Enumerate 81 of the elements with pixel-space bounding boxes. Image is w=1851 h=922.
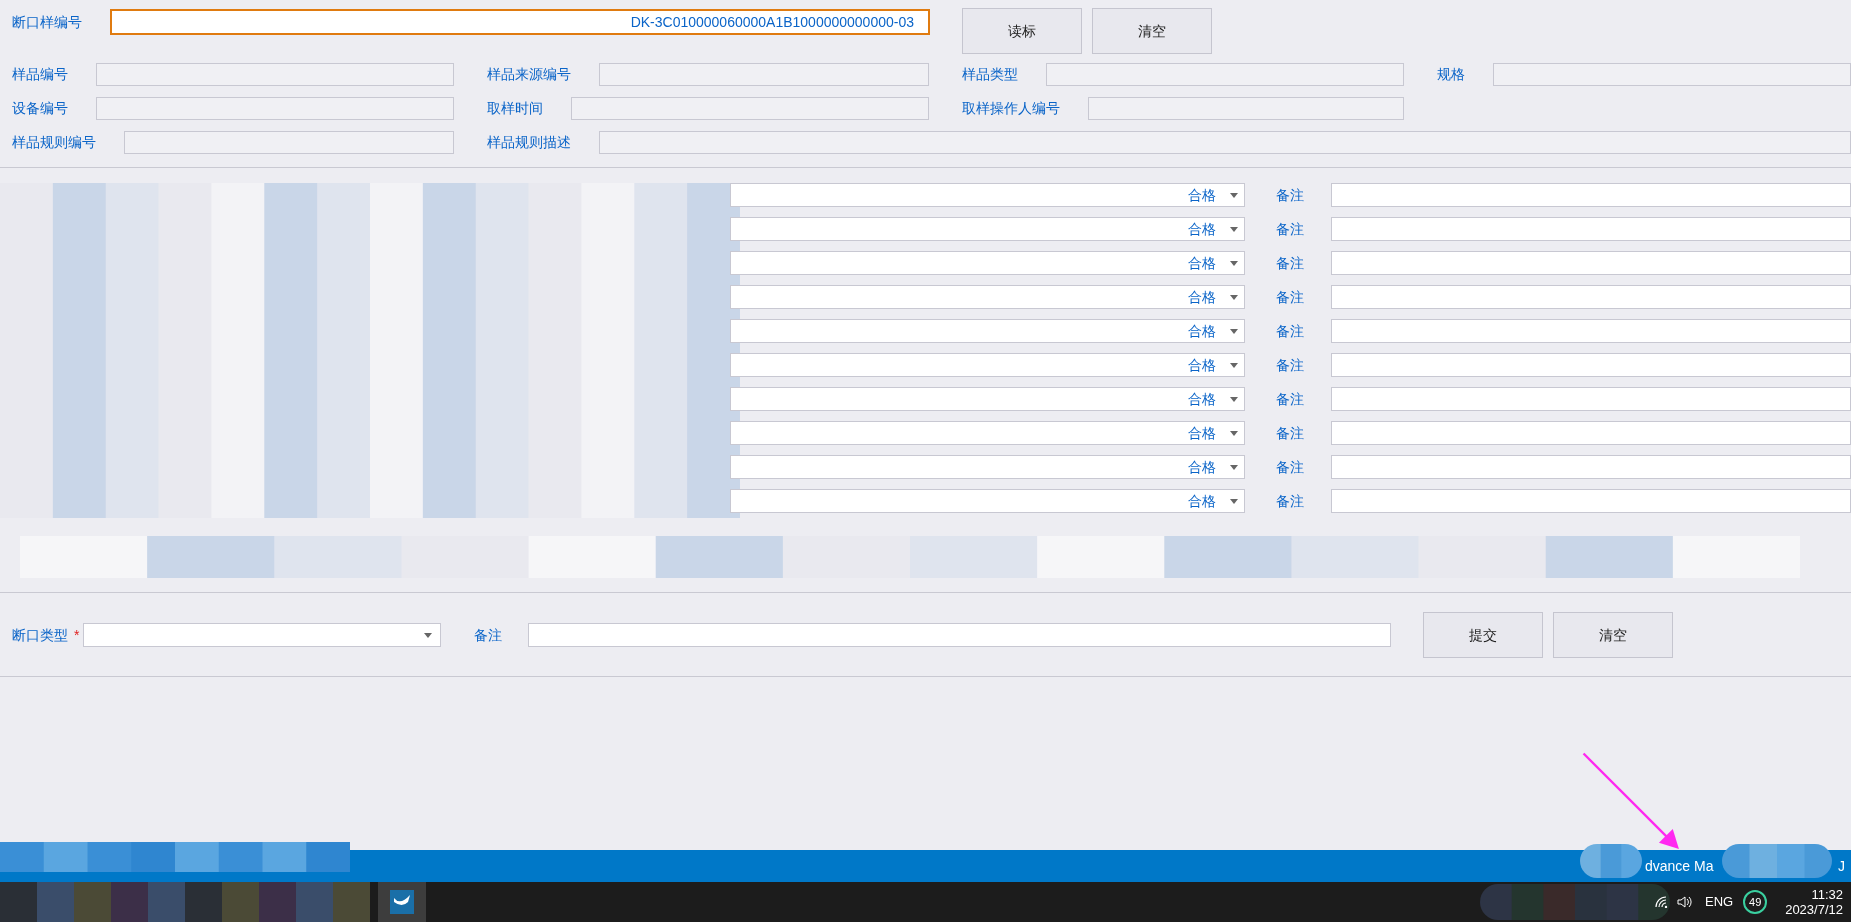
caret-icon (424, 632, 433, 638)
redaction-mosaic (1580, 844, 1642, 878)
dropdown-value: 合格 (1188, 355, 1216, 375)
caret-icon (1230, 430, 1238, 436)
sample-id-field[interactable]: DK-3C010000060000A1B1000000000000-03 (110, 9, 930, 35)
caret-icon (1230, 362, 1238, 368)
status-text: J (1838, 856, 1845, 876)
dropdown-value: 合格 (1188, 423, 1216, 443)
taskbar-app[interactable] (378, 882, 426, 922)
remark-field[interactable] (1331, 251, 1851, 275)
dropdown-value: 合格 (1188, 491, 1216, 511)
status-dropdown[interactable]: 合格 (730, 489, 1245, 513)
field-label: 断口类型 (12, 625, 68, 645)
caret-icon (1230, 328, 1238, 334)
status-dropdown[interactable]: 合格 (730, 251, 1245, 275)
field-label: 备注 (1276, 491, 1305, 511)
field-label: 样品编号 (12, 65, 68, 84)
remark-field[interactable] (1331, 285, 1851, 309)
action-button[interactable]: 清空 (1553, 612, 1674, 658)
action-button[interactable]: 提交 (1423, 612, 1544, 658)
status-dropdown[interactable]: 合格 (730, 285, 1245, 309)
action-button[interactable]: 读标 (962, 8, 1082, 54)
dropdown-value: 合格 (1188, 389, 1216, 409)
field-label: 样品规则描述 (487, 133, 571, 152)
remark-field[interactable] (528, 623, 1392, 647)
app-icon (390, 890, 414, 914)
remark-field[interactable] (1331, 353, 1851, 377)
field-label: 规格 (1437, 65, 1465, 84)
required-marker: * (74, 625, 80, 645)
dropdown-value: 合格 (1188, 253, 1216, 273)
field-label: 取样操作人编号 (962, 99, 1060, 118)
battery-badge[interactable]: 49 (1743, 890, 1768, 914)
field-label: 设备编号 (12, 99, 68, 118)
field-label: 样品类型 (962, 65, 1018, 84)
caret-icon (1230, 464, 1238, 470)
field-label: 备注 (1276, 321, 1305, 341)
status-dropdown[interactable]: 合格 (730, 319, 1245, 343)
field-label: 备注 (1276, 253, 1305, 273)
wifi-icon[interactable] (1655, 896, 1669, 908)
caret-icon (1230, 396, 1238, 402)
field-label: 样品来源编号 (487, 65, 571, 84)
remark-field[interactable] (1331, 455, 1851, 479)
field-label: 备注 (1276, 185, 1305, 205)
language-indicator[interactable]: ENG (1705, 892, 1734, 912)
caret-icon (1230, 226, 1238, 232)
dropdown-value: 合格 (1188, 457, 1216, 477)
field-label: 备注 (474, 625, 504, 645)
field-label: 备注 (1276, 423, 1305, 443)
type-dropdown[interactable] (83, 623, 442, 647)
dropdown-value: 合格 (1188, 219, 1216, 239)
caret-icon (1230, 294, 1238, 300)
status-dropdown[interactable]: 合格 (730, 353, 1245, 377)
status-dropdown[interactable]: 合格 (730, 421, 1245, 445)
status-dropdown[interactable]: 合格 (730, 183, 1245, 207)
field-label: 备注 (1276, 457, 1305, 477)
caret-icon (1230, 192, 1238, 198)
remark-field[interactable] (1331, 489, 1851, 513)
dropdown-value: 合格 (1188, 185, 1216, 205)
field-label: 备注 (1276, 355, 1305, 375)
remark-field[interactable] (1331, 421, 1851, 445)
status-text: dvance Ma (1645, 856, 1714, 876)
field-label: 断口样编号 (12, 13, 83, 32)
status-dropdown[interactable]: 合格 (730, 455, 1245, 479)
status-dropdown[interactable]: 合格 (730, 217, 1245, 241)
status-dropdown[interactable]: 合格 (730, 387, 1245, 411)
field-label: 备注 (1276, 389, 1305, 409)
caret-icon (1230, 260, 1238, 266)
remark-field[interactable] (1331, 217, 1851, 241)
dropdown-value: 合格 (1188, 287, 1216, 307)
caret-icon (1230, 498, 1238, 504)
action-button[interactable]: 清空 (1092, 8, 1212, 54)
field-label: 取样时间 (487, 99, 543, 118)
field-label: 备注 (1276, 219, 1305, 239)
dropdown-value: 合格 (1188, 321, 1216, 341)
remark-field[interactable] (1331, 387, 1851, 411)
remark-field[interactable] (1331, 183, 1851, 207)
speaker-icon[interactable] (1677, 895, 1693, 909)
field-label: 备注 (1276, 287, 1305, 307)
field-label: 样品规则编号 (12, 133, 96, 152)
clock[interactable]: 11:32 2023/7/12 (1785, 887, 1843, 917)
remark-field[interactable] (1331, 319, 1851, 343)
